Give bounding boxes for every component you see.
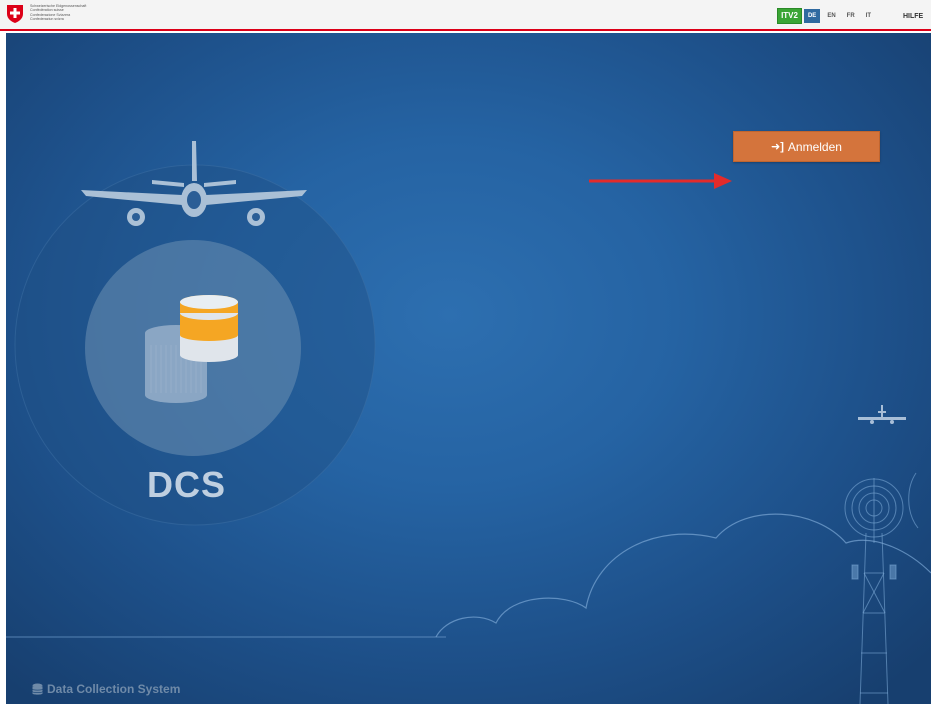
footer-label: Data Collection System — [47, 682, 181, 696]
swiss-flag-icon — [7, 5, 23, 23]
top-bar: Schweizerische Eidgenossenschaft Confédé… — [0, 0, 931, 31]
page: Schweizerische Eidgenossenschaft Confédé… — [0, 0, 931, 704]
language-en[interactable]: EN — [823, 9, 839, 23]
language-bar: ITV2 DE EN FR IT HILFE — [777, 8, 931, 24]
language-de[interactable]: DE — [803, 9, 821, 23]
agency-line-rm: Confederaziun svizra — [30, 17, 64, 22]
help-link[interactable]: HILFE — [903, 13, 931, 20]
database-small-icon — [32, 683, 43, 695]
login-button[interactable]: ➜] Anmelden — [733, 131, 880, 162]
agency-name: Schweizerische Eidgenossenschaft Confédé… — [30, 4, 86, 22]
app-short-name: DCS — [147, 464, 227, 505]
sign-in-icon: ➜] — [771, 141, 784, 153]
federal-logo[interactable]: Schweizerische Eidgenossenschaft Confédé… — [6, 4, 86, 24]
login-button-label: Anmelden — [787, 139, 842, 154]
small-airplane-icon — [858, 405, 906, 424]
radio-tower-icon — [844, 472, 919, 704]
language-it[interactable]: IT — [862, 9, 875, 23]
app-badge[interactable]: ITV2 — [777, 8, 802, 24]
footer-brand: Data Collection System — [32, 682, 180, 696]
red-arrow-annotation — [589, 173, 732, 189]
language-fr[interactable]: FR — [843, 9, 859, 23]
